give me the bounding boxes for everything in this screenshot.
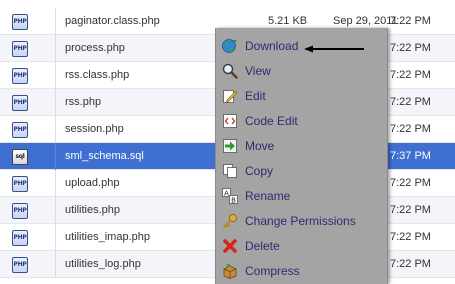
php-file-icon: PHP xyxy=(12,95,28,111)
file-name[interactable]: process.php xyxy=(65,42,125,54)
file-time: 7:22 PM xyxy=(390,96,431,108)
file-name[interactable]: utilities_imap.php xyxy=(65,231,150,243)
column-divider xyxy=(55,170,56,197)
column-divider xyxy=(55,224,56,251)
file-name[interactable]: sml_schema.sql xyxy=(65,150,144,162)
php-file-icon: PHP xyxy=(12,68,28,84)
file-time: 7:22 PM xyxy=(390,123,431,135)
magnifier-icon xyxy=(222,63,238,79)
menu-item-label: Download xyxy=(245,39,299,53)
file-name[interactable]: paginator.class.php xyxy=(65,15,160,27)
file-name[interactable]: utilities.php xyxy=(65,204,120,216)
menu-item-label: Move xyxy=(245,139,275,153)
php-file-icon: PHP xyxy=(12,203,28,219)
code-edit-icon xyxy=(223,114,237,128)
file-time: 7:22 PM xyxy=(390,42,431,54)
column-divider xyxy=(55,143,56,170)
file-name[interactable]: utilities_log.php xyxy=(65,258,141,270)
file-time: 7:37 PM xyxy=(390,150,431,162)
svg-text:B: B xyxy=(231,196,236,204)
file-name[interactable]: upload.php xyxy=(65,177,119,189)
column-divider xyxy=(55,35,56,62)
menu-item-label: View xyxy=(245,64,271,78)
column-divider xyxy=(55,251,56,278)
file-manager-view: PHP paginator.class.php 5.21 KB Sep 29, … xyxy=(0,0,455,284)
file-time: 7:22 PM xyxy=(390,258,431,270)
file-name[interactable]: session.php xyxy=(65,123,124,135)
file-date: Sep 29, 2011 xyxy=(333,15,398,27)
menu-item-label: Rename xyxy=(245,189,291,203)
php-file-icon: PHP xyxy=(12,122,28,138)
column-divider xyxy=(55,116,56,143)
copy-pages-icon xyxy=(223,164,237,178)
pencil-edit-icon xyxy=(223,90,238,103)
file-time: 7:22 PM xyxy=(390,15,431,27)
menu-item-label: Compress xyxy=(245,264,300,278)
column-divider xyxy=(55,197,56,224)
menu-item-label: Delete xyxy=(245,239,280,253)
menu-item-compress[interactable]: Compress xyxy=(216,259,387,284)
file-time: 7:22 PM xyxy=(390,231,431,243)
file-size: 5.21 KB xyxy=(268,15,308,27)
svg-text:A: A xyxy=(224,189,229,197)
menu-item-rename[interactable]: A B Rename xyxy=(216,184,387,209)
sql-file-icon: sql xyxy=(12,149,28,165)
column-divider xyxy=(55,89,56,116)
red-x-delete-icon xyxy=(223,239,237,253)
menu-item-label: Change Permissions xyxy=(245,214,356,228)
file-context-menu: Download View Edit Code Edit Move Copy A… xyxy=(215,28,388,284)
php-file-icon: PHP xyxy=(12,230,28,246)
menu-item-edit[interactable]: Edit xyxy=(216,84,387,109)
package-compress-icon xyxy=(223,263,237,279)
globe-download-icon xyxy=(222,39,237,53)
php-file-icon: PHP xyxy=(12,257,28,273)
menu-item-copy[interactable]: Copy xyxy=(216,159,387,184)
menu-item-change-permissions[interactable]: Change Permissions xyxy=(216,209,387,234)
pointer-arrow-annotation xyxy=(304,45,364,53)
php-file-icon: PHP xyxy=(12,176,28,192)
menu-item-label: Edit xyxy=(245,89,266,103)
column-divider xyxy=(55,8,56,35)
php-file-icon: PHP xyxy=(12,41,28,57)
green-arrow-move-icon xyxy=(223,139,237,153)
file-time: 7:22 PM xyxy=(390,177,431,189)
file-time: 7:22 PM xyxy=(390,204,431,216)
php-file-icon: PHP xyxy=(12,14,28,30)
column-divider xyxy=(55,62,56,89)
file-name[interactable]: rss.class.php xyxy=(65,69,129,81)
rename-ab-icon: A B xyxy=(222,188,238,204)
menu-item-view[interactable]: View xyxy=(216,59,387,84)
menu-item-delete[interactable]: Delete xyxy=(216,234,387,259)
menu-item-label: Copy xyxy=(245,164,274,178)
key-icon xyxy=(223,214,237,228)
menu-item-move[interactable]: Move xyxy=(216,134,387,159)
file-time: 7:22 PM xyxy=(390,69,431,81)
menu-item-code-edit[interactable]: Code Edit xyxy=(216,109,387,134)
menu-item-label: Code Edit xyxy=(245,114,298,128)
file-name[interactable]: rss.php xyxy=(65,96,101,108)
